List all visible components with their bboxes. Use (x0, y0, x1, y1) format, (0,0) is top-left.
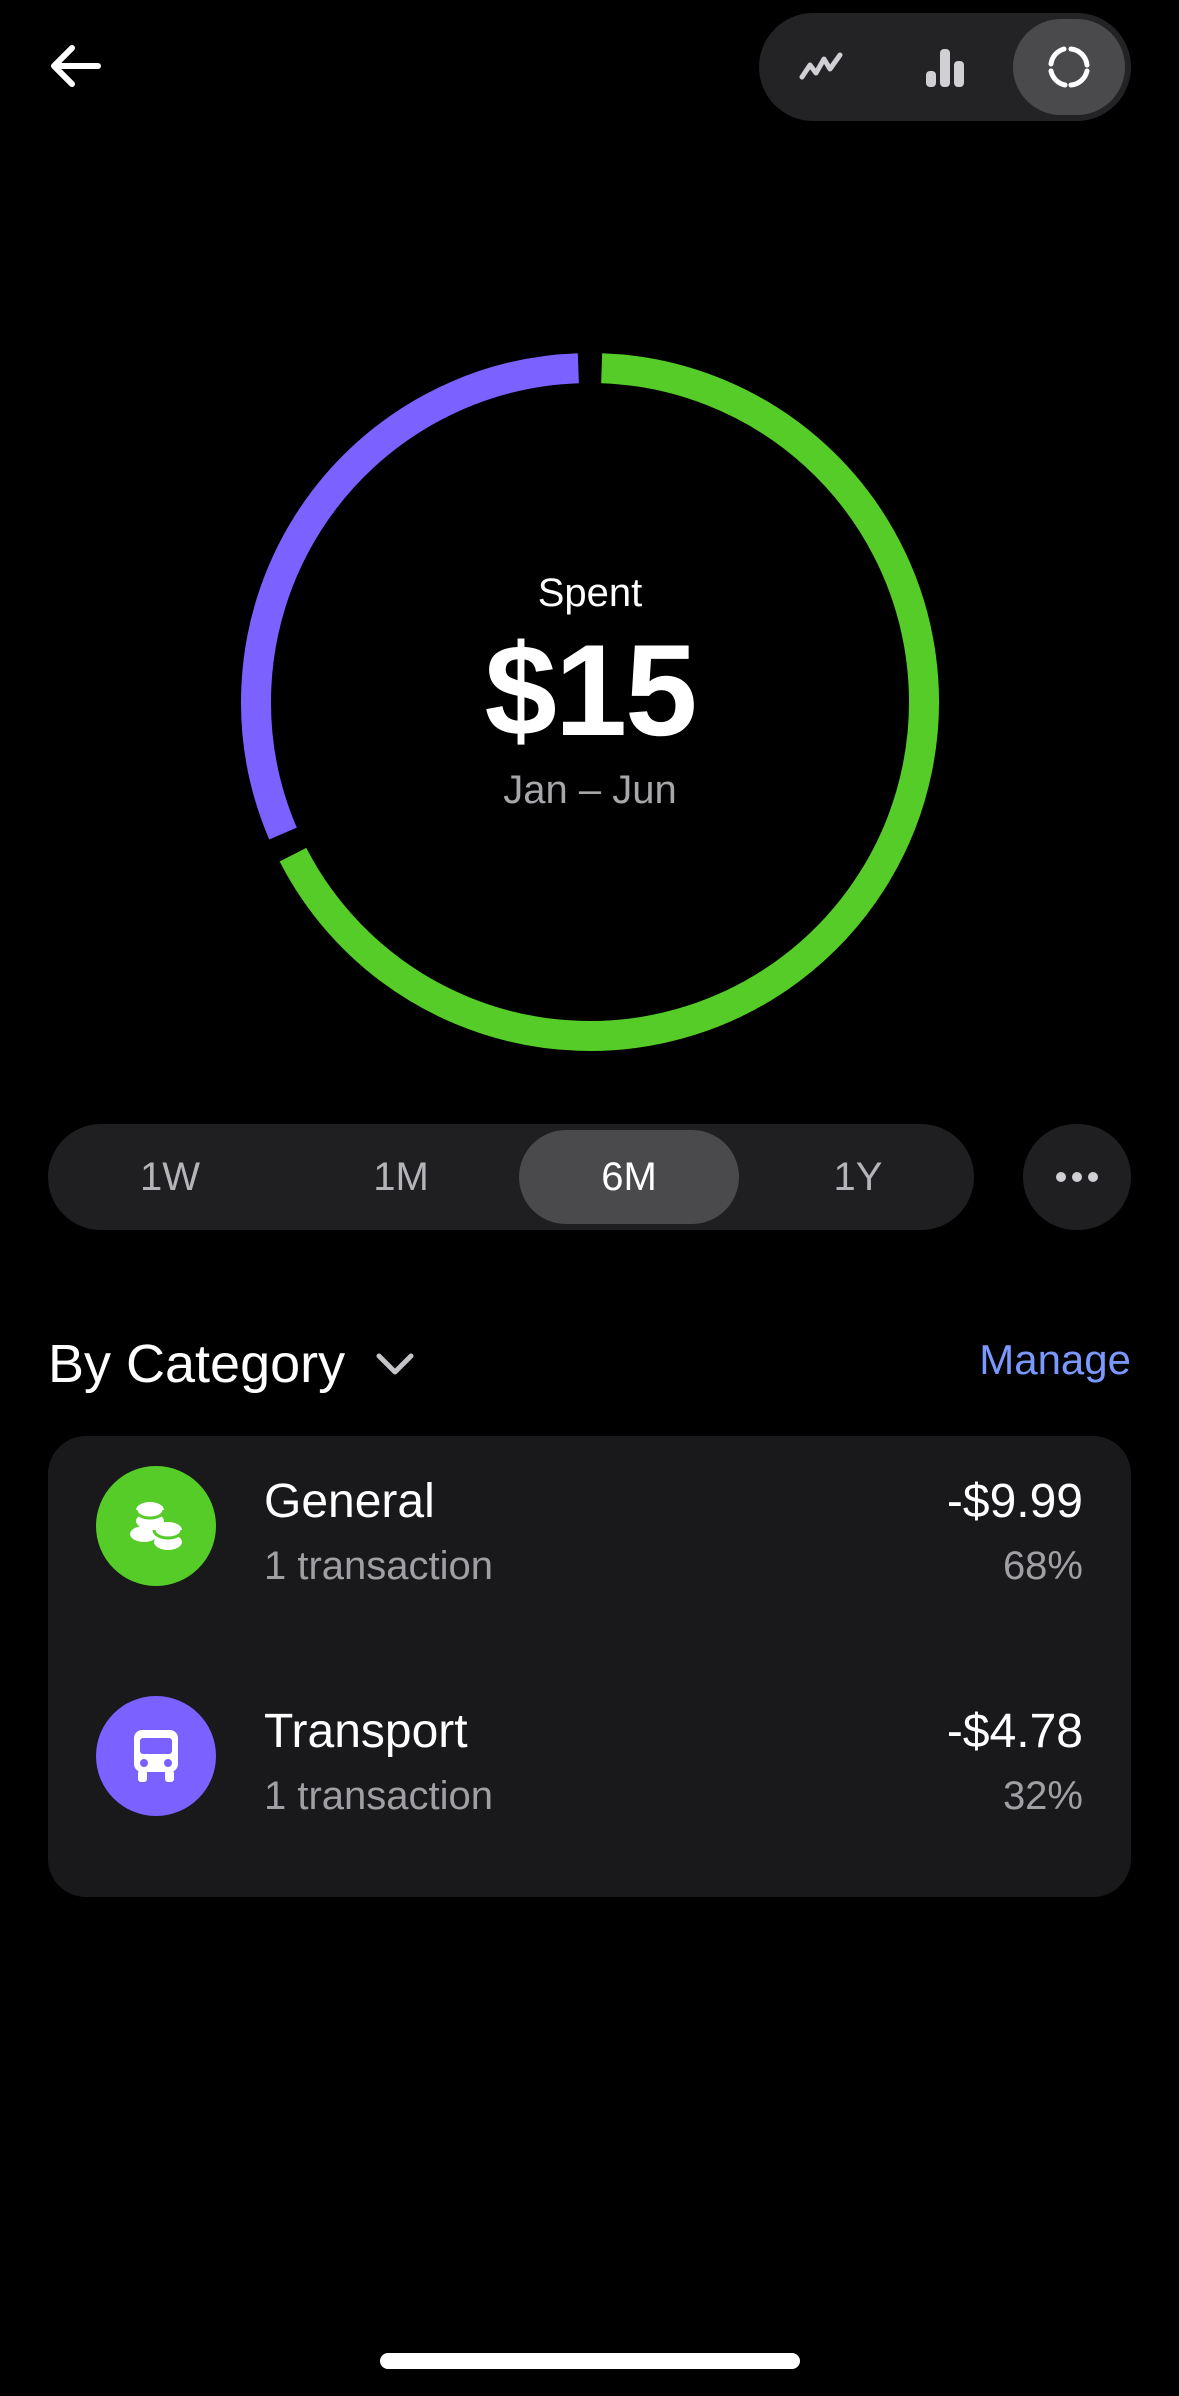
bar-chart-view-button[interactable] (889, 19, 1001, 115)
category-dropdown[interactable]: By Category (48, 1326, 415, 1402)
line-chart-view-button[interactable] (765, 19, 877, 115)
category-icon-transport (96, 1696, 216, 1816)
spent-label: Spent (537, 570, 643, 615)
bar-chart-icon (926, 49, 964, 87)
back-button[interactable] (40, 30, 112, 102)
period-1y-button[interactable]: 1Y (748, 1130, 968, 1224)
category-transaction-count: 1 transaction (264, 1544, 494, 1588)
category-icon-general (96, 1466, 216, 1586)
category-list: General 1 transaction -$9.99 68% Transpo… (48, 1436, 1131, 1897)
category-amount: -$9.99 (946, 1475, 1083, 1528)
more-horizontal-icon (1056, 1172, 1098, 1182)
category-percent: 32% (1002, 1774, 1083, 1818)
arrow-left-icon (51, 45, 101, 87)
section-title: By Category (48, 1334, 346, 1394)
chevron-down-icon (376, 1353, 414, 1375)
spent-amount: $15 (484, 616, 698, 763)
category-transaction-count: 1 transaction (264, 1774, 494, 1818)
category-row-general[interactable]: General 1 transaction -$9.99 68% (48, 1436, 1131, 1616)
period-selector: 1W 1M 6M 1Y (48, 1124, 974, 1230)
period-6m-button[interactable]: 6M (519, 1130, 739, 1224)
category-name: General (264, 1475, 435, 1528)
donut-chart-view-button[interactable] (1013, 19, 1125, 115)
category-name: Transport (264, 1705, 468, 1758)
more-options-button[interactable] (1023, 1124, 1131, 1230)
home-indicator (380, 2353, 800, 2369)
line-chart-icon (799, 52, 843, 80)
coins-icon (130, 1502, 184, 1550)
manage-link[interactable]: Manage (979, 1336, 1131, 1384)
date-range: Jan – Jun (503, 768, 677, 813)
period-1w-button[interactable]: 1W (60, 1130, 280, 1224)
chart-view-switch (759, 13, 1131, 121)
period-1m-button[interactable]: 1M (291, 1130, 511, 1224)
bus-icon (134, 1730, 178, 1782)
donut-chart-icon (1048, 46, 1090, 88)
category-percent: 68% (1002, 1544, 1083, 1588)
donut-center: Spent $15 Jan – Jun (240, 352, 940, 1052)
category-amount: -$4.78 (946, 1705, 1083, 1758)
category-row-transport[interactable]: Transport 1 transaction -$4.78 32% (48, 1666, 1131, 1846)
